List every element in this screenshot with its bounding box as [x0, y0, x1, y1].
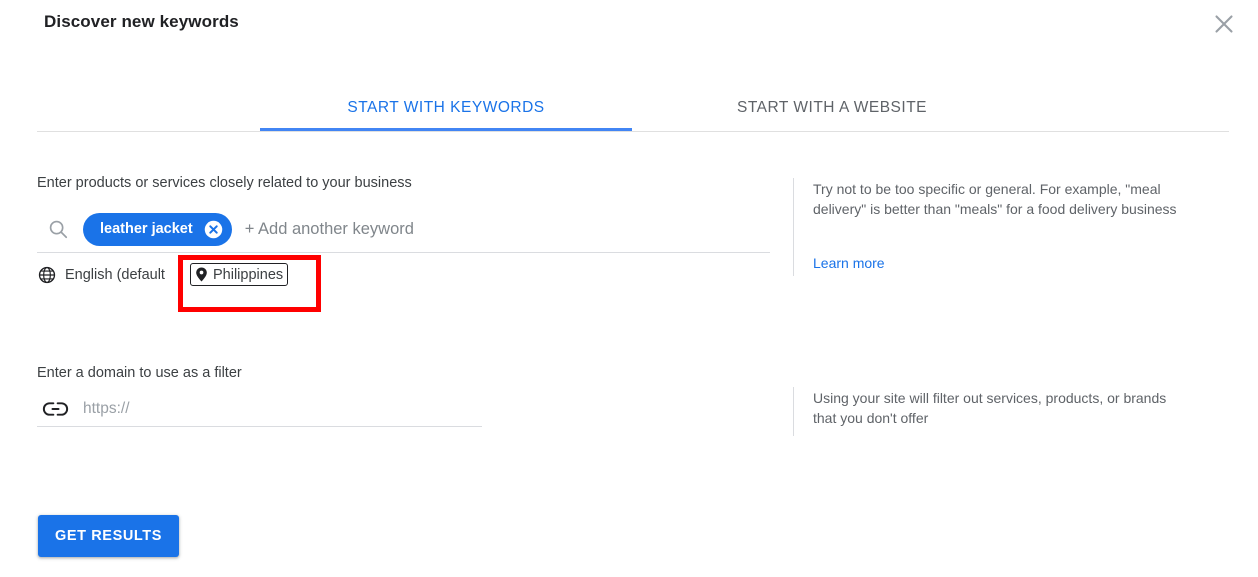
tab-divider	[37, 131, 1229, 132]
learn-more-link[interactable]: Learn more	[813, 255, 885, 271]
location-pin-icon	[194, 267, 209, 283]
location-selector-chip[interactable]: Philippines	[190, 263, 289, 286]
close-icon	[1213, 13, 1235, 35]
keywords-input-underline	[37, 252, 770, 253]
keywords-input-row[interactable]: leather jacket + Add another keyword	[37, 206, 770, 252]
tab-active-indicator	[260, 128, 632, 131]
helper-text-domain: Using your site will filter out services…	[813, 390, 1167, 426]
domain-input-row[interactable]: https://	[37, 392, 482, 426]
location-selector-label: Philippines	[213, 266, 284, 283]
domain-input-underline	[37, 426, 482, 427]
dialog-header: Discover new keywords	[0, 0, 1258, 50]
language-selector-label[interactable]: English (default	[65, 267, 165, 283]
keyword-chip-label: leather jacket	[100, 221, 193, 237]
tab-bar: START WITH KEYWORDS START WITH A WEBSITE	[37, 84, 1229, 132]
domain-field-label: Enter a domain to use as a filter	[37, 365, 242, 381]
domain-input[interactable]: https://	[83, 400, 482, 418]
helper-divider-domain	[793, 387, 794, 436]
get-results-button[interactable]: GET RESULTS	[38, 515, 180, 557]
globe-icon	[37, 265, 57, 285]
link-icon	[37, 401, 73, 417]
page-title: Discover new keywords	[44, 12, 239, 31]
search-icon	[47, 218, 83, 240]
keywords-field-label: Enter products or services closely relat…	[37, 175, 412, 191]
keyword-chip[interactable]: leather jacket	[83, 212, 232, 246]
language-location-row: English (default	[37, 262, 165, 288]
close-circle-icon[interactable]	[204, 220, 223, 239]
tab-start-with-keywords[interactable]: START WITH KEYWORDS	[260, 84, 632, 131]
close-button[interactable]	[1208, 8, 1240, 40]
helper-divider-keywords	[793, 178, 794, 276]
helper-text-keywords: Try not to be too specific or general. F…	[813, 181, 1177, 217]
tab-start-with-a-website[interactable]: START WITH A WEBSITE	[637, 84, 1027, 131]
add-another-keyword-input[interactable]: + Add another keyword	[245, 220, 414, 239]
